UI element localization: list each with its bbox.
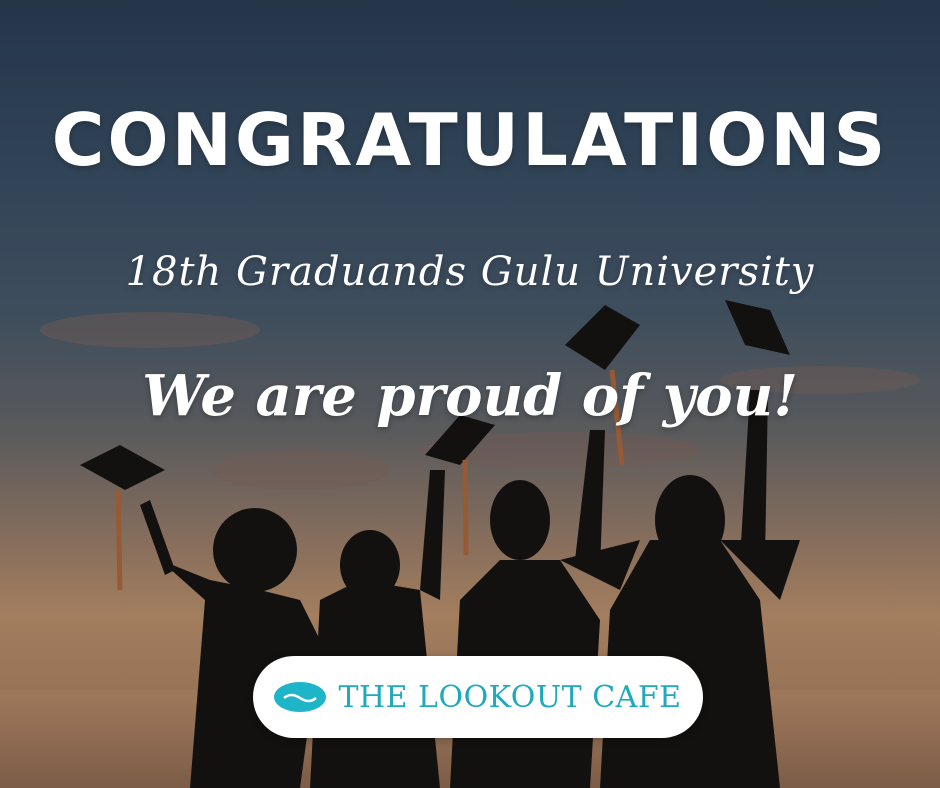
message: We are proud of you! [142,363,798,429]
headline: CONGRATULATIONS [51,98,889,182]
graduation-poster: CONGRATULATIONS 18th Graduands Gulu Univ… [0,0,940,788]
brand-badge: THE LOOKOUT CAFE [253,656,703,738]
brand-name: THE LOOKOUT CAFE [338,679,682,715]
subheadline: 18th Graduands Gulu University [125,249,815,295]
wave-logo-icon [274,682,327,712]
